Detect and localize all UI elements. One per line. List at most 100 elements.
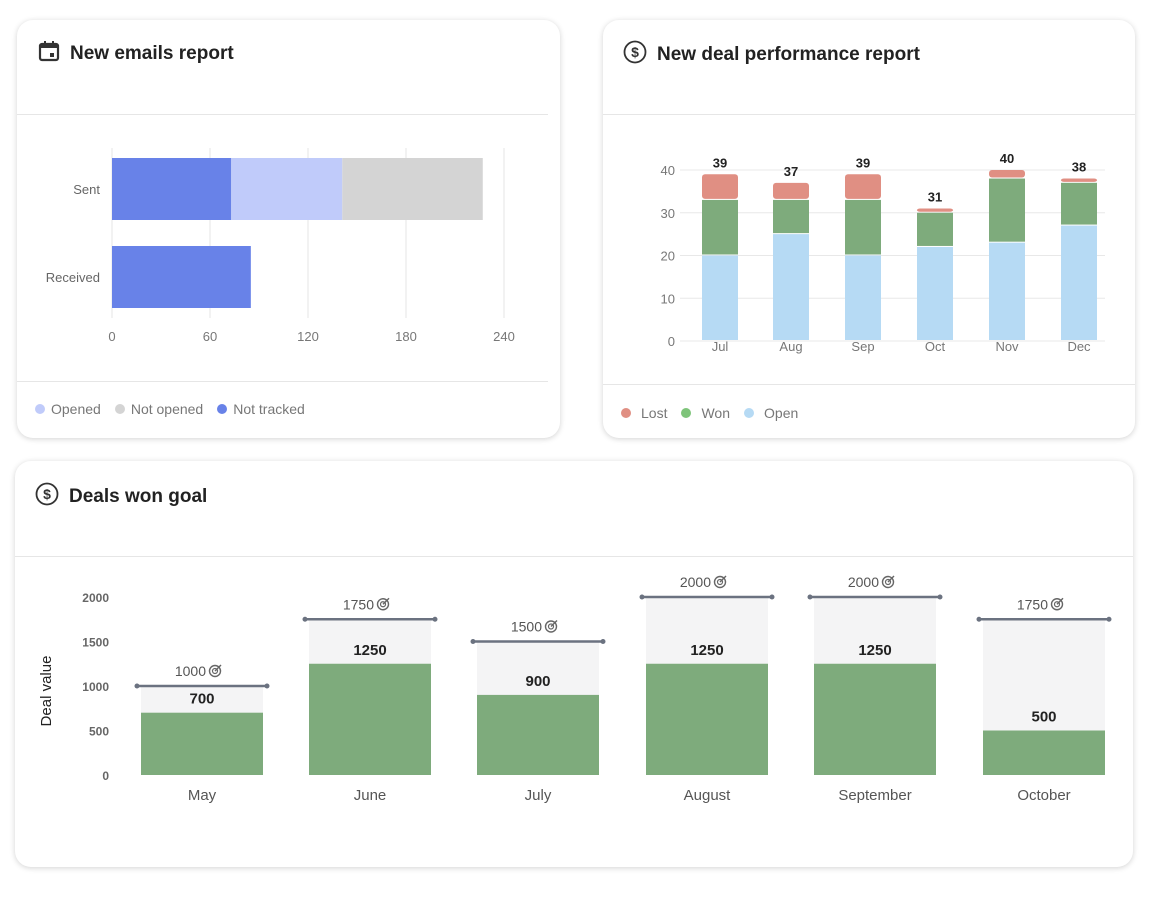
goal-line-end <box>769 594 775 600</box>
value-label: 700 <box>189 691 214 708</box>
x-tick-label: 180 <box>395 329 417 344</box>
bar-segment-lost <box>917 208 953 212</box>
legend-label: Opened <box>51 401 101 417</box>
goal-label: 1750 <box>343 596 374 612</box>
value-label: 1250 <box>690 642 723 659</box>
bar-segment-not-tracked <box>112 246 251 308</box>
legend-label: Not opened <box>130 401 204 417</box>
deals-won-goal-chart: 0 500 1000 1500 2000 Deal value 700 1000 May 1250… <box>38 574 1112 804</box>
total-label: 38 <box>1072 160 1086 175</box>
goal-label: 1500 <box>511 619 542 635</box>
total-label: 39 <box>713 155 727 170</box>
total-label: 37 <box>784 164 798 179</box>
legend-dot <box>744 408 755 418</box>
legend-item[interactable]: Not opened <box>114 401 204 417</box>
legend-item[interactable]: Lost <box>621 405 667 421</box>
bar-segment-lost <box>845 174 881 199</box>
x-tick-label: July <box>525 787 552 804</box>
target-icon <box>376 597 390 611</box>
deal-value-bar <box>477 694 599 775</box>
x-tick-label: Dec <box>1067 339 1091 354</box>
y-tick-label: 40 <box>661 163 675 178</box>
legend-dot <box>35 404 45 414</box>
x-tick-label: Sep <box>851 339 874 354</box>
divider <box>17 381 548 382</box>
goal-line-end <box>264 683 270 689</box>
emails-legend: Opened Not opened Not tracked <box>35 401 305 417</box>
goal-line-end <box>937 594 943 600</box>
legend-dot <box>114 404 125 414</box>
x-tick-label: May <box>188 787 217 804</box>
x-tick-label: June <box>354 787 387 804</box>
deals-legend: Lost Won Open <box>621 405 798 421</box>
x-tick-label: Jul <box>712 339 729 354</box>
x-tick-label: Aug <box>779 339 802 354</box>
deal-value-bar <box>983 730 1105 775</box>
bar-segment-won <box>917 212 953 246</box>
legend-item[interactable]: Opened <box>35 401 101 417</box>
total-label: 31 <box>928 189 942 204</box>
goal-line-end <box>432 616 438 622</box>
x-tick-label: Oct <box>925 339 946 354</box>
goal-line-end <box>470 639 476 644</box>
new-emails-report-card: New emails report 0 60 120 180 240 Sent Receiv… <box>17 20 560 438</box>
target-icon <box>544 620 558 633</box>
bar-segment-not-opened <box>342 158 483 220</box>
goal-line-end <box>639 594 645 600</box>
legend-label: Won <box>701 405 731 421</box>
goal-line-end <box>807 594 813 600</box>
deal-value-bar <box>309 663 431 775</box>
deal-performance-card: $ New deal performance report 0 10 20 30 40 3… <box>603 20 1135 438</box>
legend-label: Not tracked <box>233 401 305 417</box>
target-icon <box>208 664 222 678</box>
x-tick-label: September <box>838 787 911 804</box>
bar-segment-lost <box>773 182 809 199</box>
legend-dot <box>217 404 228 414</box>
bar-segment-won <box>702 199 738 255</box>
x-tick-label: 120 <box>297 329 319 344</box>
y-tick-label: 500 <box>89 725 109 739</box>
y-tick-label: 0 <box>102 769 109 783</box>
legend-label: Open <box>764 405 799 421</box>
goal-line-end <box>134 683 140 689</box>
total-label: 40 <box>1000 151 1014 166</box>
goal-label: 2000 <box>680 574 711 590</box>
y-tick-label: 10 <box>661 291 675 306</box>
bar-segment-opened <box>231 158 343 220</box>
bar-segment-lost <box>989 170 1025 178</box>
target-icon <box>1050 597 1064 611</box>
y-category-label: Sent <box>73 182 100 197</box>
bar-segment-lost <box>1061 178 1097 182</box>
goal-line-end <box>976 616 982 622</box>
value-label: 900 <box>525 673 550 690</box>
legend-dot <box>621 408 631 418</box>
bar-segment-won <box>1061 182 1097 225</box>
y-axis-label: Deal value <box>38 656 55 727</box>
divider <box>603 384 1135 385</box>
goal-line-end <box>1106 616 1112 622</box>
bar-segment-open <box>1061 225 1097 340</box>
deal-value-bar <box>814 663 936 775</box>
deal-value-bar <box>646 663 768 775</box>
bar-segment-won <box>989 178 1025 242</box>
bar-segment-open <box>845 255 881 340</box>
goal-label: 2000 <box>848 574 879 590</box>
deal-performance-chart: 0 10 20 30 40 39 Jul 37 Aug 39 Sep 31 Oct 40 Nov 38 Dec <box>661 151 1105 354</box>
legend-item[interactable]: Won <box>681 405 730 421</box>
emails-chart: 0 60 120 180 240 Sent Received <box>46 148 515 344</box>
value-label: 500 <box>1031 709 1056 726</box>
y-tick-label: 1000 <box>82 680 109 694</box>
y-category-label: Received <box>46 270 100 285</box>
goal-line-end <box>600 639 606 644</box>
target-icon <box>713 575 727 589</box>
deal-value-bar <box>141 712 263 775</box>
value-label: 1250 <box>858 642 891 659</box>
goal-line-end <box>302 616 308 622</box>
legend-item[interactable]: Not tracked <box>217 401 305 417</box>
y-tick-label: 0 <box>668 334 675 349</box>
bar-segment-open <box>773 234 809 340</box>
bar-segment-lost <box>702 174 738 199</box>
y-tick-label: 30 <box>661 206 675 221</box>
y-tick-label: 2000 <box>82 591 109 605</box>
legend-item[interactable]: Open <box>744 405 798 421</box>
